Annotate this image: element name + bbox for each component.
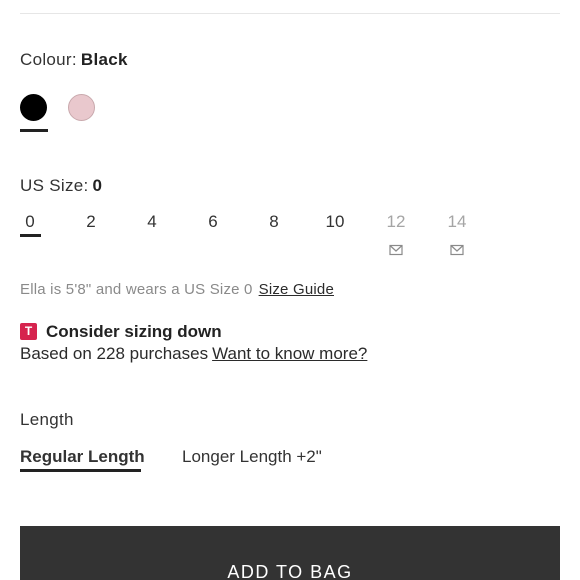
length-option-longer[interactable]: Longer Length +2" <box>182 447 322 467</box>
size-selected-indicator <box>20 234 41 237</box>
divider <box>20 13 560 14</box>
size-option-12[interactable]: 12 <box>387 212 406 232</box>
model-note-text: Ella is 5'8" and wears a US Size 0 <box>20 281 253 298</box>
sizing-badge-icon: T <box>20 323 37 340</box>
colour-label-text: Colour: <box>20 50 77 69</box>
want-to-know-more-link[interactable]: Want to know more? <box>212 344 367 363</box>
length-selected-indicator <box>20 469 141 472</box>
size-label: US Size: 0 <box>20 176 102 196</box>
mail-icon[interactable] <box>450 244 464 256</box>
model-size-note: Ella is 5'8" and wears a US Size 0 Size G… <box>20 281 334 298</box>
size-option-6[interactable]: 6 <box>208 212 217 232</box>
size-option-0[interactable]: 0 <box>25 212 34 232</box>
size-label-text: US Size: <box>20 176 89 195</box>
add-to-bag-button[interactable]: ADD TO BAG <box>20 526 560 580</box>
colour-label: Colour: Black <box>20 50 128 70</box>
swatch-black[interactable] <box>20 94 47 121</box>
size-guide-link[interactable]: Size Guide <box>259 281 334 298</box>
length-option-regular[interactable]: Regular Length <box>20 447 145 467</box>
sizing-advice-title: Consider sizing down <box>46 322 222 341</box>
product-options-panel: Colour: Black US Size: 0 0 2 4 6 8 10 12 1… <box>0 0 580 580</box>
size-option-4[interactable]: 4 <box>147 212 156 232</box>
swatch-pink[interactable] <box>68 94 95 121</box>
length-label: Length <box>20 410 74 429</box>
size-option-2[interactable]: 2 <box>86 212 95 232</box>
size-option-10[interactable]: 10 <box>326 212 345 232</box>
size-selected-value: 0 <box>92 176 103 195</box>
size-option-14[interactable]: 14 <box>448 212 467 232</box>
sizing-advice-subtitle: Based on 228 purchases Want to know more? <box>20 344 367 364</box>
swatch-selected-indicator <box>20 129 48 132</box>
colour-selected-value: Black <box>80 50 128 69</box>
size-option-8[interactable]: 8 <box>269 212 278 232</box>
sizing-advice-text: Based on 228 purchases <box>20 344 209 363</box>
mail-icon[interactable] <box>389 244 403 256</box>
